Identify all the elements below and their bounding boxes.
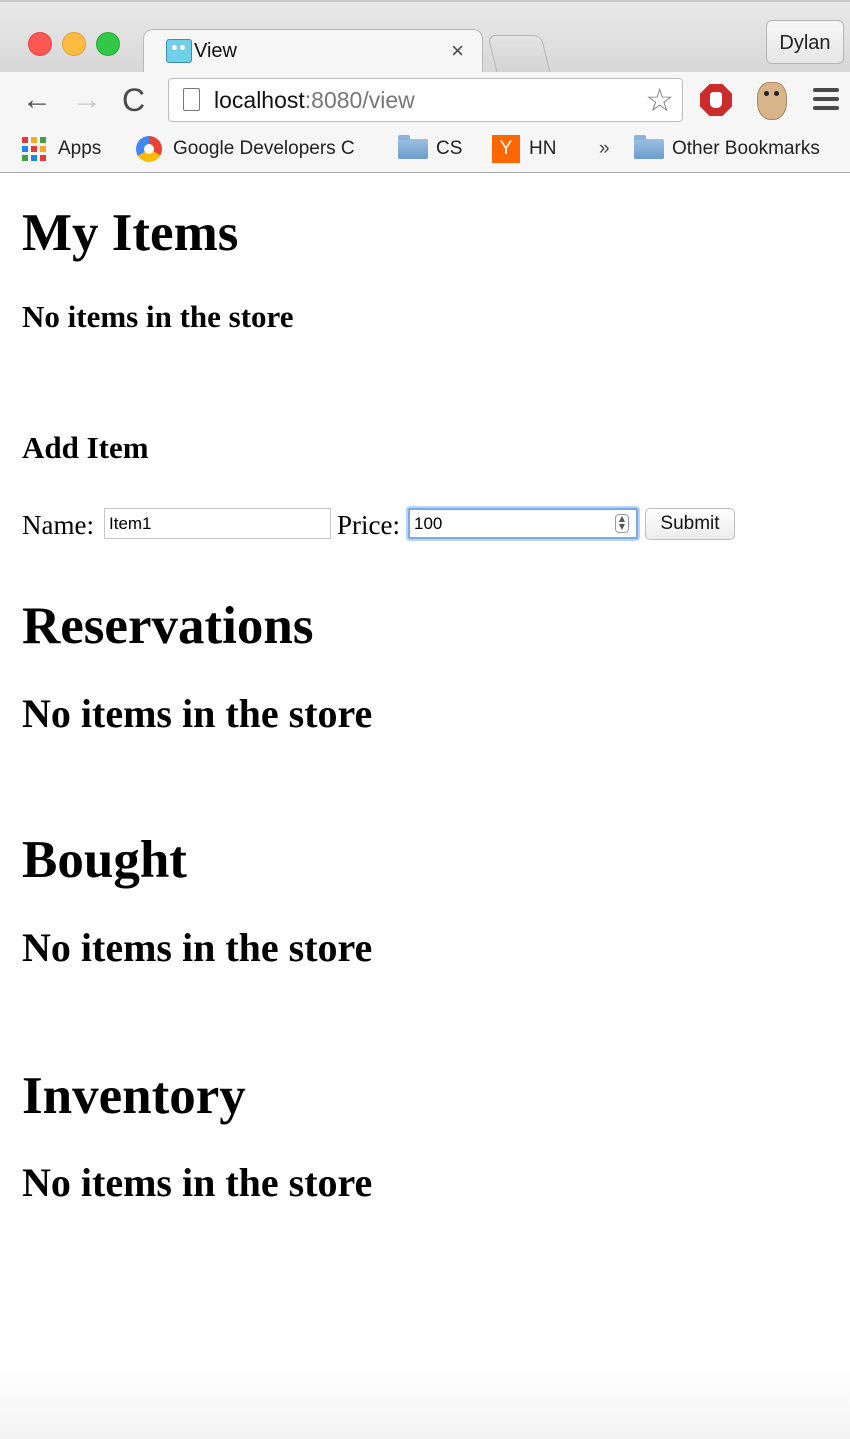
tab-close-icon[interactable]: × [451,38,464,64]
reload-icon[interactable]: C [122,80,145,120]
my-items-heading: My Items [22,204,239,262]
folder-icon [634,135,664,159]
tab-strip: View × Dylan [0,0,850,74]
profile-button[interactable]: Dylan [766,20,844,64]
my-items-empty-message: No items in the store [22,299,294,334]
name-label: Name: [22,510,94,540]
price-stepper-icon[interactable]: ▲ ▼ [615,514,629,533]
new-tab-button[interactable] [487,35,551,73]
url-text: localhost:8080/view [214,87,415,114]
bought-empty-message: No items in the store [22,925,373,970]
page-icon [183,88,200,111]
bookmark-cs[interactable]: CS [436,138,462,160]
hacker-news-icon: Y [492,135,520,163]
window-close-button[interactable] [28,32,52,56]
gopher-favicon-icon [166,39,192,63]
bookmark-google-developers[interactable]: Google Developers C [173,138,355,160]
url-path: :8080/view [304,87,415,113]
price-label: Price: [337,510,400,540]
window-maximize-button[interactable] [96,32,120,56]
menu-icon[interactable] [813,88,839,92]
tab-title: View [194,40,237,62]
gopher-extension-icon[interactable] [757,82,787,120]
url-host: localhost [214,87,305,113]
toolbar: ← → C localhost:8080/view ☆ [0,72,850,128]
back-icon[interactable]: ← [22,80,52,120]
bookmark-apps[interactable]: Apps [58,138,101,160]
google-developers-icon [136,136,162,162]
window-minimize-button[interactable] [62,32,86,56]
name-input[interactable] [104,508,331,539]
bookmark-hn[interactable]: HN [529,138,556,160]
bookmarks-overflow-button[interactable]: » [599,138,610,160]
browser-chrome: View × Dylan ← → C localhost:8080/view ☆… [0,0,850,173]
folder-icon [398,135,428,159]
address-bar[interactable]: localhost:8080/view ☆ [168,78,683,122]
inventory-empty-message: No items in the store [22,1160,373,1205]
tab-view[interactable]: View × [143,29,483,74]
inventory-heading: Inventory [22,1067,246,1125]
bought-heading: Bought [22,831,187,889]
reservations-empty-message: No items in the store [22,691,373,736]
adblock-extension-icon[interactable] [700,84,732,116]
bookmark-star-icon[interactable]: ☆ [645,82,674,118]
apps-grid-icon[interactable] [22,137,46,161]
reservations-heading: Reservations [22,597,314,655]
window-bottom-shade [0,1368,850,1439]
price-input[interactable] [408,508,638,539]
submit-button[interactable]: Submit [645,508,735,540]
forward-icon[interactable]: → [72,80,102,120]
add-item-heading: Add Item [22,430,149,465]
bookmark-other[interactable]: Other Bookmarks [672,138,820,160]
